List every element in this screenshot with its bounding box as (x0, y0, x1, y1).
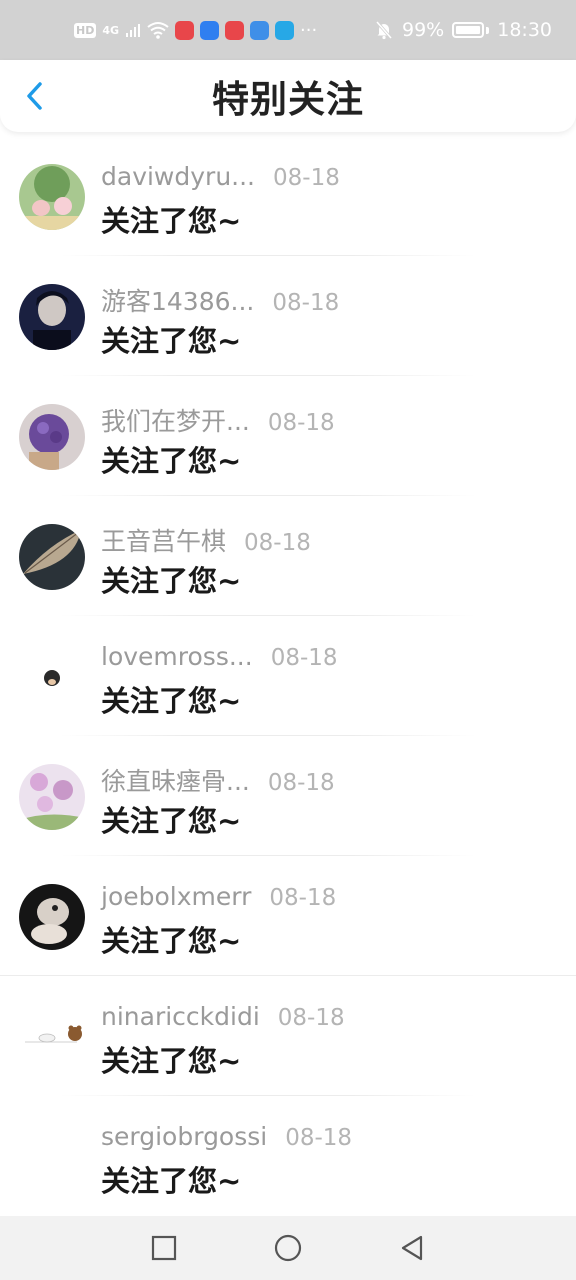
status-bar: HD 4G ··· 99% 18:30 (0, 0, 576, 60)
list-item[interactable]: 徐直昧瘗骨... 08-18 关注了您~ (0, 736, 576, 856)
user-name: 游客14386... (101, 287, 255, 316)
follow-message: 关注了您~ (101, 684, 242, 718)
list-item[interactable]: 我们在梦开... 08-18 关注了您~ (0, 376, 576, 496)
list-item[interactable]: sergiobrgossi 08-18 关注了您~ (0, 1096, 576, 1216)
back-button[interactable] (14, 76, 54, 116)
list-item[interactable]: lovemross... 08-18 关注了您~ (0, 616, 576, 736)
list-item[interactable]: daviwdyru... 08-18 关注了您~ (0, 136, 576, 256)
app-notification-icon (200, 20, 220, 40)
user-name: lovemross... (101, 642, 253, 671)
follow-date: 08-18 (272, 290, 340, 316)
user-name: sergiobrgossi (101, 1122, 268, 1151)
avatar[interactable] (19, 1004, 85, 1070)
battery-icon (452, 22, 485, 38)
chevron-left-icon (27, 82, 42, 110)
hd-badge: HD (74, 22, 97, 38)
more-notifications-icon: ··· (300, 19, 318, 41)
battery-tip (486, 26, 490, 34)
avatar[interactable] (19, 524, 85, 590)
follow-message: 关注了您~ (101, 564, 242, 598)
follow-message: 关注了您~ (101, 324, 242, 358)
app-notification-icon (250, 20, 270, 40)
home-circle-icon (274, 1234, 302, 1262)
avatar[interactable] (19, 404, 85, 470)
app-header: 特别关注 (0, 60, 576, 132)
user-name: ninaricckdidi (101, 1002, 260, 1031)
follow-message: 关注了您~ (101, 1164, 242, 1198)
back-nav-button[interactable] (392, 1228, 432, 1268)
follow-date: 08-18 (267, 410, 335, 436)
avatar[interactable] (19, 164, 85, 230)
page-title: 特别关注 (212, 78, 364, 121)
user-name: 徐直昧瘗骨... (101, 767, 250, 796)
user-name: 王音莒午棋 (101, 527, 227, 556)
list-item[interactable]: 王音莒午棋 08-18 关注了您~ (0, 496, 576, 616)
follow-list: daviwdyru... 08-18 关注了您~ 游客14386... 08-1… (0, 136, 576, 1216)
network-label: 4G (102, 23, 120, 37)
wifi-icon (147, 22, 169, 39)
avatar[interactable] (19, 764, 85, 830)
list-item[interactable]: 游客14386... 08-18 关注了您~ (0, 256, 576, 376)
recents-button[interactable] (144, 1228, 184, 1268)
recents-square-icon (151, 1235, 177, 1261)
follow-message: 关注了您~ (101, 204, 242, 238)
avatar[interactable] (19, 644, 85, 710)
list-item[interactable]: ninaricckdidi 08-18 关注了您~ (0, 976, 576, 1096)
follow-message: 关注了您~ (101, 924, 242, 958)
follow-message: 关注了您~ (101, 1044, 242, 1078)
follow-date: 08-18 (267, 770, 335, 796)
follow-date: 08-18 (269, 885, 337, 911)
follow-date: 08-18 (285, 1125, 353, 1151)
system-nav-bar (0, 1216, 576, 1280)
user-name: joebolxmerr (101, 882, 252, 911)
mute-bell-icon (375, 21, 393, 40)
follow-message: 关注了您~ (101, 444, 242, 478)
home-button[interactable] (268, 1228, 308, 1268)
follow-date: 08-18 (244, 530, 311, 556)
app-notification-icon (275, 20, 295, 40)
app-notification-icon (225, 20, 245, 40)
status-icons: HD 4G ··· (74, 20, 317, 41)
battery-percent: 99% (402, 19, 445, 41)
follow-message: 关注了您~ (101, 804, 242, 838)
follow-date: 08-18 (277, 1005, 345, 1031)
avatar[interactable] (19, 284, 85, 350)
follow-date: 08-18 (273, 165, 340, 191)
user-name: daviwdyru... (101, 162, 256, 191)
signal-icon (126, 24, 141, 37)
status-right: 99% 18:30 (374, 19, 552, 41)
clock: 18:30 (497, 19, 552, 41)
follow-date: 08-18 (270, 645, 338, 671)
back-triangle-icon (401, 1235, 423, 1261)
list-item[interactable]: joebolxmerr 08-18 关注了您~ (0, 856, 576, 976)
avatar[interactable] (19, 884, 85, 950)
avatar[interactable] (19, 1124, 85, 1190)
user-name: 我们在梦开... (101, 407, 250, 436)
app-notification-icon (175, 20, 195, 40)
